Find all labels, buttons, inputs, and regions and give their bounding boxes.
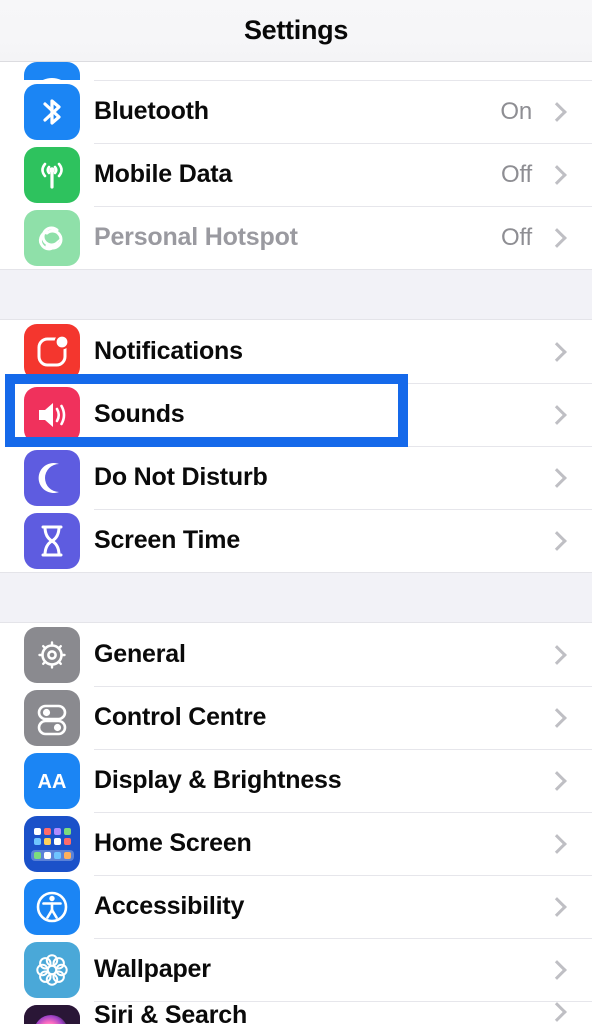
settings-row-value: Off [501,223,532,251]
chevron-right-icon [546,404,568,426]
settings-row-home-screen[interactable]: Home Screen [0,812,592,875]
chevron-right-icon [546,1001,568,1023]
chevron-right-icon [546,164,568,186]
settings-row-control-centre[interactable]: Control Centre [0,686,592,749]
settings-row-label: Siri & Search [94,1001,248,1024]
settings-row-notifications[interactable]: Notifications [0,320,592,383]
bluetooth-icon-glyph [43,98,61,125]
settings-row-sounds[interactable]: Sounds [0,383,592,446]
section-separator [0,572,592,623]
home-screen-icon [24,815,80,872]
settings-row-label: Screen Time [94,526,241,554]
chevron-right-icon [546,341,568,363]
accessibility-icon-glyph [36,891,68,922]
settings-row-value: On [500,97,532,125]
settings-row-label: Notifications [94,337,243,365]
settings-row-label: Mobile Data [94,160,233,188]
settings-row-label: Home Screen [94,829,252,857]
chevron-right-icon [546,833,568,855]
settings-row-value: Off [501,160,532,188]
settings-row-label: Do Not Disturb [94,463,268,491]
general-gear-icon [24,626,80,683]
settings-list[interactable]: Bluetooth On Mobile Data Off Personal Ho… [0,62,592,1024]
svg-text:AA: AA [38,771,67,793]
wifi-icon-glyph [43,78,61,80]
settings-group-connectivity: Bluetooth On Mobile Data Off Personal Ho… [0,62,592,269]
settings-row-label: Wallpaper [94,955,211,983]
settings-row-label: Bluetooth [94,97,209,125]
personal-hotspot-icon-glyph [38,226,63,250]
notifications-icon [24,323,80,380]
mobile-data-icon-glyph [41,162,63,189]
chevron-right-icon [546,530,568,552]
settings-row-label: Display & Brightness [94,766,342,794]
chevron-right-icon [546,959,568,981]
chevron-right-icon [546,644,568,666]
settings-row-siri-search[interactable]: Siri & Search [0,1001,592,1024]
settings-row-label: Personal Hotspot [94,223,298,251]
settings-row-label: Sounds [94,400,185,428]
bluetooth-icon [24,83,80,140]
settings-row-bluetooth[interactable]: Bluetooth On [0,80,592,143]
settings-screen: Settings Bluetooth On Mobile Data Off Pe… [0,0,592,1024]
settings-row-label: Accessibility [94,892,245,920]
settings-group-system: General Control Centre AA Display & Brig… [0,623,592,1024]
control-centre-icon [24,689,80,746]
personal-hotspot-icon [24,209,80,266]
chevron-right-icon [546,707,568,729]
toggles-icon-glyph [37,704,67,735]
chevron-right-icon [546,227,568,249]
settings-row-mobile-data[interactable]: Mobile Data Off [0,143,592,206]
page-title: Settings [243,15,349,45]
navigation-bar: Settings [0,0,592,62]
gear-icon-glyph [38,640,66,669]
settings-row-screen-time[interactable]: Screen Time [0,509,592,572]
chevron-right-icon [546,770,568,792]
settings-row-accessibility[interactable]: Accessibility [0,875,592,938]
siri-orb-icon-glyph [24,1005,80,1024]
section-separator [0,269,592,320]
settings-row-do-not-disturb[interactable]: Do Not Disturb [0,446,592,509]
display-brightness-icon: AA [24,752,80,809]
chevron-right-icon [546,896,568,918]
mobile-data-icon [24,146,80,203]
siri-search-icon [24,1005,80,1024]
do-not-disturb-icon [24,449,80,506]
accessibility-icon [24,878,80,935]
settings-row-label: Control Centre [94,703,267,731]
wifi-icon [24,62,80,80]
chevron-right-icon [546,467,568,489]
settings-row-display-brightness[interactable]: AA Display & Brightness [0,749,592,812]
flower-icon-glyph [36,953,68,986]
settings-row-wallpaper[interactable]: Wallpaper [0,938,592,1001]
screen-time-icon [24,512,80,569]
settings-row-label: General [94,640,186,668]
sounds-icon [24,386,80,443]
moon-icon-glyph [38,462,59,493]
settings-row-general[interactable]: General [0,623,592,686]
aa-icon-glyph: AA [38,771,67,793]
wallpaper-icon [24,941,80,998]
sounds-icon-glyph [39,402,66,427]
notifications-icon-glyph [37,334,70,366]
settings-row-personal-hotspot[interactable]: Personal Hotspot Off [0,206,592,269]
settings-row-wifi[interactable] [0,62,592,80]
settings-group-alerts: Notifications Sounds Do Not Disturb Scre… [0,320,592,572]
chevron-right-icon [546,101,568,123]
hourglass-icon-glyph [41,525,63,556]
home-screen-icon-glyph [24,815,80,872]
